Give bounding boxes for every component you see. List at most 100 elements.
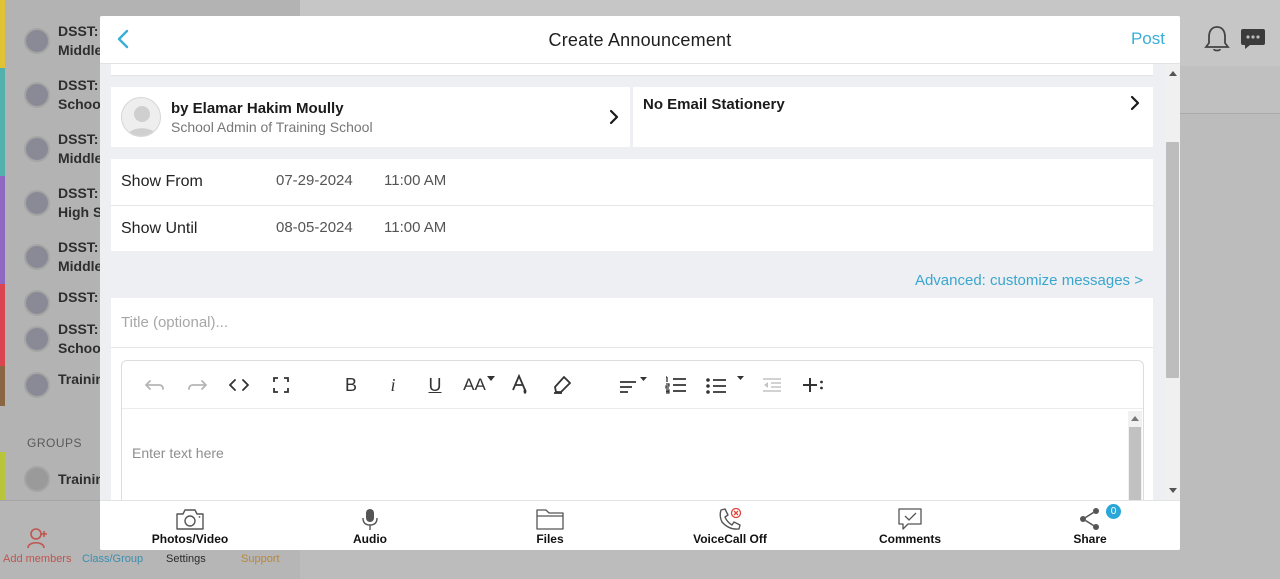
settings-link[interactable]: Settings <box>166 553 206 565</box>
message-editor-card: B i U AA <box>111 298 1153 500</box>
group-name: Trainin <box>58 471 104 487</box>
show-until-time[interactable]: 11:00 AM <box>384 219 446 236</box>
redo-icon[interactable] <box>184 373 210 397</box>
editor-body-placeholder[interactable]: Enter text here <box>132 445 224 461</box>
stationery-label: No Email Stationery <box>643 96 785 113</box>
highlight-icon[interactable] <box>549 373 575 397</box>
show-from-time[interactable]: 11:00 AM <box>384 172 446 189</box>
modal-scroll-area[interactable]: by Elamar Hakim Moully School Admin of T… <box>100 64 1180 500</box>
chevron-right-icon <box>609 109 619 125</box>
chevron-right-icon <box>1130 95 1140 111</box>
post-button[interactable]: Post <box>1131 29 1165 49</box>
class-name: DSST: Middle <box>58 239 103 274</box>
bell-icon[interactable] <box>1204 24 1230 52</box>
class-group-link[interactable]: Class/Group <box>82 553 143 565</box>
fullscreen-icon[interactable] <box>268 373 294 397</box>
dropdown-caret-icon <box>486 376 495 381</box>
comments-button[interactable]: Comments <box>850 501 970 550</box>
insert-more-icon[interactable] <box>800 373 826 397</box>
class-color-bar <box>0 230 5 284</box>
email-stationery-selector[interactable]: No Email Stationery <box>633 87 1153 147</box>
modal-scrollbar[interactable] <box>1165 64 1180 500</box>
undo-icon[interactable] <box>142 373 168 397</box>
comments-label: Comments <box>878 532 941 546</box>
school-logo-icon <box>24 28 50 54</box>
show-from-date[interactable]: 07-29-2024 <box>276 172 353 189</box>
class-color-bar <box>0 312 5 366</box>
class-color-bar <box>0 366 5 406</box>
class-color-bar <box>0 122 5 176</box>
group-avatar <box>24 466 50 492</box>
class-name: DSST: Schoo <box>58 321 101 356</box>
class-name: DSST: Middle <box>58 131 103 166</box>
add-members-link[interactable]: Add members <box>3 553 71 565</box>
schedule-card: Show From 07-29-2024 11:00 AM Show Until… <box>111 159 1153 251</box>
class-name: DSST: Middle <box>58 23 103 58</box>
photos-video-label: Photos/Video <box>151 532 229 546</box>
share-button[interactable]: 0 Share <box>1030 501 1150 550</box>
create-announcement-modal: Create Announcement Post by Elamar Hakim… <box>100 16 1180 550</box>
font-size-glyph: AA <box>463 375 486 394</box>
show-until-date[interactable]: 08-05-2024 <box>276 219 353 236</box>
author-selector[interactable]: by Elamar Hakim Moully School Admin of T… <box>111 87 630 147</box>
school-logo-icon <box>24 372 50 398</box>
bold-icon[interactable]: B <box>338 373 364 397</box>
phone-off-icon <box>719 507 742 530</box>
ordered-list-icon[interactable] <box>663 373 689 397</box>
sidebar-class-item[interactable]: High School <box>0 0 300 14</box>
class-name: DSST: High S <box>58 185 103 220</box>
author-name: by Elamar Hakim Moully <box>171 100 344 117</box>
show-until-label: Show Until <box>121 220 198 237</box>
voicecall-label: VoiceCall Off <box>693 532 767 546</box>
scroll-up-arrow-icon[interactable] <box>1131 415 1139 421</box>
scroll-down-arrow-icon[interactable] <box>1169 488 1177 494</box>
modal-header: Create Announcement Post <box>100 16 1180 64</box>
photos-video-button[interactable]: Photos/Video <box>130 501 250 550</box>
show-from-label: Show From <box>121 173 203 190</box>
font-color-icon[interactable] <box>507 373 533 397</box>
modal-scroll-thumb[interactable] <box>1166 142 1179 378</box>
microphone-icon <box>362 509 378 530</box>
advanced-customize-link[interactable]: Advanced: customize messages > <box>915 272 1143 289</box>
audio-label: Audio <box>353 532 387 546</box>
files-label: Files <box>536 532 564 546</box>
unordered-list-icon[interactable] <box>705 373 745 397</box>
school-logo-icon <box>24 190 50 216</box>
share-label: Share <box>1073 532 1107 546</box>
class-color-bar <box>0 14 5 68</box>
code-view-icon[interactable] <box>226 373 252 397</box>
group-color-bar <box>0 452 5 506</box>
school-logo-icon <box>24 326 50 352</box>
author-avatar <box>121 97 161 137</box>
scroll-up-arrow-icon[interactable] <box>1169 70 1177 76</box>
voicecall-button[interactable]: VoiceCall Off <box>670 501 790 550</box>
title-input[interactable] <box>111 298 1153 348</box>
school-logo-icon <box>24 136 50 162</box>
school-logo-icon <box>24 82 50 108</box>
add-members-icon[interactable] <box>26 527 48 549</box>
class-color-bar <box>0 68 5 122</box>
editor-scroll-thumb[interactable] <box>1129 427 1141 500</box>
support-link[interactable]: Support <box>241 553 280 565</box>
school-logo-icon <box>24 244 50 270</box>
default-avatar-icon <box>127 106 157 136</box>
groups-heading: GROUPS <box>27 436 83 450</box>
outdent-icon[interactable] <box>759 373 785 397</box>
class-color-bar <box>0 284 5 312</box>
editor-toolbar: B i U AA <box>122 361 1143 409</box>
align-icon[interactable] <box>616 373 650 397</box>
chat-icon[interactable] <box>1240 27 1266 51</box>
font-size-icon[interactable]: AA <box>462 373 496 397</box>
underline-icon[interactable]: U <box>422 373 448 397</box>
show-until-row: Show Until 08-05-2024 11:00 AM <box>111 205 1153 251</box>
class-color-bar <box>0 0 5 14</box>
editor-scrollbar[interactable] <box>1128 411 1142 500</box>
audio-button[interactable]: Audio <box>310 501 430 550</box>
share-icon <box>1080 508 1099 530</box>
camera-icon <box>176 509 204 530</box>
show-from-row: Show From 07-29-2024 11:00 AM <box>111 159 1153 205</box>
rich-text-editor: B i U AA Enter text here <box>121 360 1144 500</box>
files-button[interactable]: Files <box>490 501 610 550</box>
italic-icon[interactable]: i <box>380 373 406 397</box>
class-name: DSST: <box>58 289 99 305</box>
